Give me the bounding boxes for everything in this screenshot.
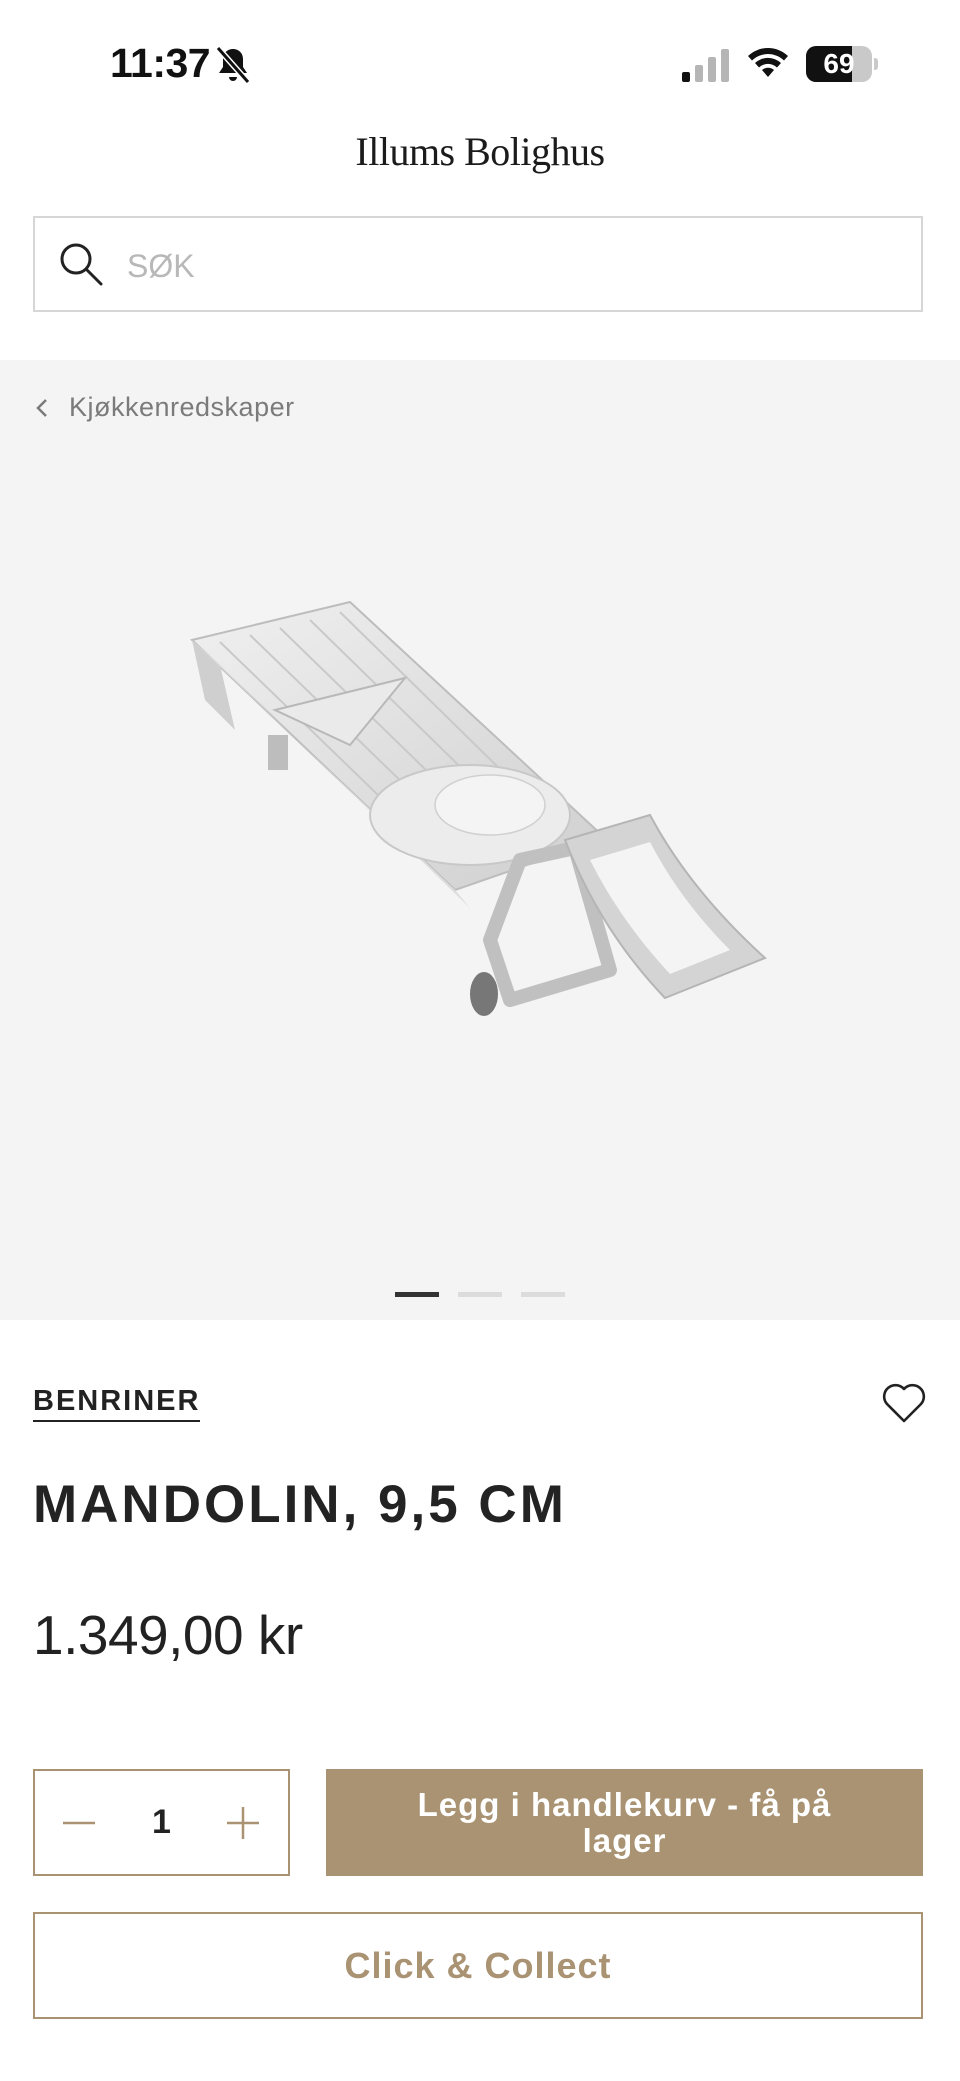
plus-icon[interactable] bbox=[221, 1801, 265, 1845]
product-title: MANDOLIN, 9,5 CM bbox=[33, 1475, 567, 1534]
gallery-dot[interactable] bbox=[395, 1292, 439, 1297]
search-bar[interactable] bbox=[33, 216, 923, 312]
product-price: 1.349,00 kr bbox=[33, 1604, 303, 1666]
gallery-dot[interactable] bbox=[458, 1292, 502, 1297]
status-bar: 11:37 69 bbox=[0, 0, 960, 120]
quantity-stepper[interactable]: 1 bbox=[33, 1769, 290, 1876]
search-icon[interactable] bbox=[57, 240, 105, 288]
product-image[interactable] bbox=[180, 590, 780, 1070]
breadcrumb-label: Kjøkkenredskaper bbox=[69, 392, 295, 422]
breadcrumb[interactable]: Kjøkkenredskaper bbox=[33, 392, 295, 423]
gallery-pagination[interactable] bbox=[395, 1292, 565, 1298]
product-gallery[interactable]: Kjøkkenredskaper bbox=[0, 360, 960, 1320]
add-to-cart-button[interactable]: Legg i handlekurv - få på lager bbox=[326, 1769, 923, 1876]
bell-slash-icon bbox=[215, 46, 251, 84]
battery-icon: 69 bbox=[806, 46, 878, 82]
wifi-icon bbox=[748, 48, 788, 77]
gallery-dot[interactable] bbox=[521, 1292, 565, 1297]
quantity-value[interactable]: 1 bbox=[115, 1771, 208, 1874]
cellular-signal-icon bbox=[682, 49, 729, 82]
status-time: 11:37 bbox=[110, 40, 211, 86]
chevron-left-icon bbox=[36, 398, 47, 417]
click-collect-button[interactable]: Click & Collect bbox=[33, 1912, 923, 2019]
brand-link[interactable]: BENRINER bbox=[33, 1385, 201, 1422]
heart-icon[interactable] bbox=[881, 1381, 927, 1425]
search-input[interactable] bbox=[125, 240, 889, 292]
site-logo[interactable]: Illums Bolighus bbox=[0, 128, 960, 175]
minus-icon[interactable] bbox=[57, 1801, 101, 1845]
battery-percent: 69 bbox=[823, 48, 855, 79]
